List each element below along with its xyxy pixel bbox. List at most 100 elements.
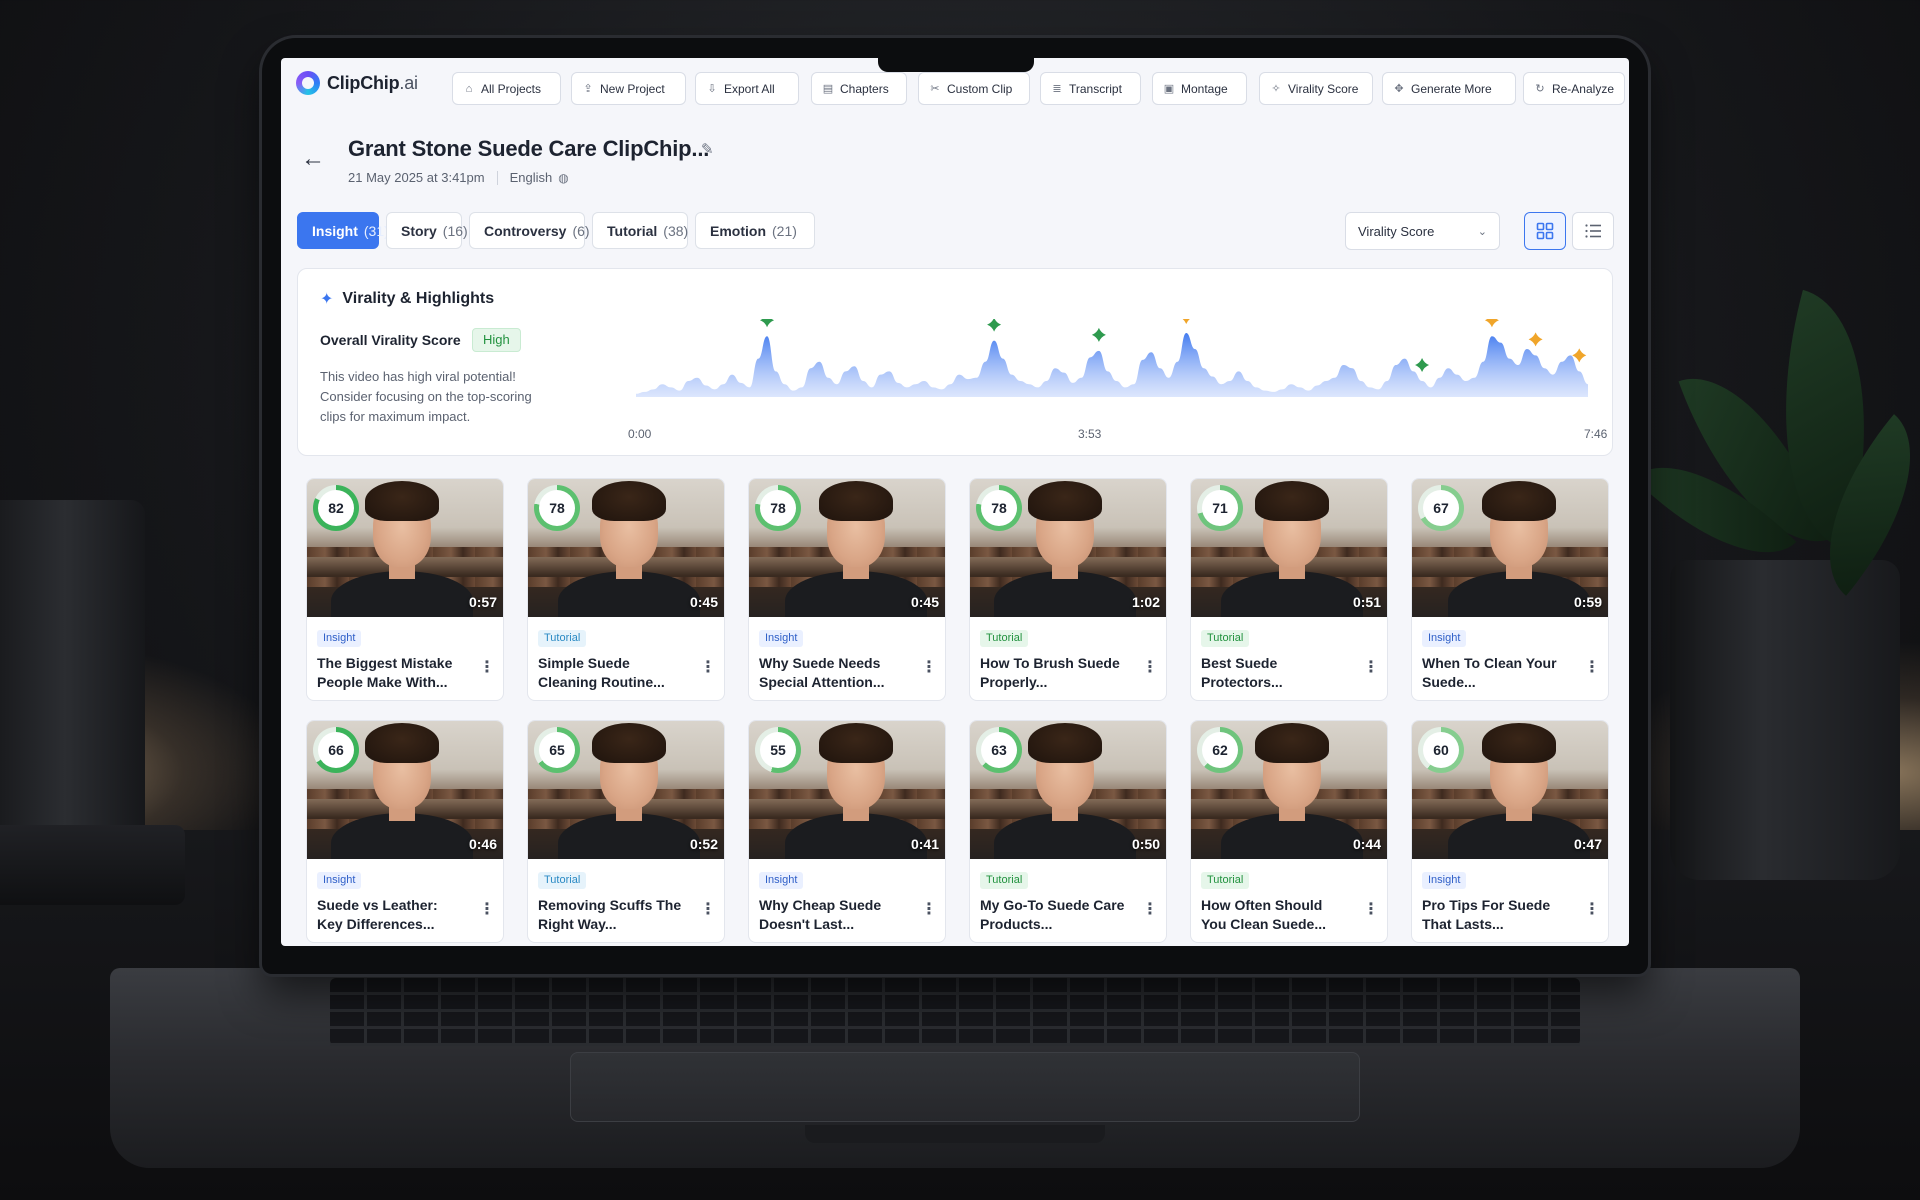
clip-card[interactable]: 66 0:46 Insight Suede vs Leather: Key Diffe…	[306, 720, 504, 943]
virality-area-series	[636, 333, 1588, 397]
clip-thumbnail[interactable]: 55 0:41	[749, 721, 945, 859]
highlight-star-marker[interactable]	[1179, 319, 1193, 324]
more-options-icon[interactable]: ⋮	[700, 901, 716, 919]
transcript-button[interactable]: ≣ Transcript	[1040, 72, 1141, 105]
generate-more-button[interactable]: ✥ Generate More	[1382, 72, 1516, 105]
score-value: 71	[1202, 490, 1238, 526]
more-options-icon[interactable]: ⋮	[479, 901, 495, 919]
clip-duration: 0:50	[1131, 836, 1160, 852]
grid-view-button[interactable]	[1524, 212, 1566, 250]
tab-insight[interactable]: Insight (31)	[297, 212, 389, 249]
clip-thumbnail[interactable]: 65 0:52	[528, 721, 724, 859]
export-all-button[interactable]: ⇩ Export All	[695, 72, 799, 105]
clip-card[interactable]: 78 0:45 Insight Why Suede Needs Special Att…	[748, 478, 946, 701]
highlight-star-marker[interactable]	[987, 319, 1002, 332]
clip-thumbnail[interactable]: 63 0:50	[970, 721, 1166, 859]
more-options-icon[interactable]: ⋮	[1363, 901, 1379, 919]
clip-card[interactable]: 82 0:57 Insight The Biggest Mistake People …	[306, 478, 504, 701]
clip-card[interactable]: 65 0:52 Tutorial Removing Scuffs The Right …	[527, 720, 725, 943]
tab-emotion[interactable]: Emotion (21)	[695, 212, 815, 249]
tab-story[interactable]: Story (16)	[386, 212, 468, 249]
overall-score-label: Overall Virality Score	[320, 332, 461, 348]
score-value: 62	[1202, 732, 1238, 768]
clip-title: Simple Suede Cleaning Routine...	[538, 655, 665, 690]
re-analyze-button[interactable]: ↻ Re-Analyze	[1523, 72, 1625, 105]
sort-dropdown[interactable]: Virality Score ⌄	[1345, 212, 1500, 250]
clip-thumbnail[interactable]: 71 0:51	[1191, 479, 1387, 617]
highlight-star-marker[interactable]	[1572, 348, 1587, 363]
more-options-icon[interactable]: ⋮	[1584, 659, 1600, 677]
all-projects-button[interactable]: ⌂ All Projects	[452, 72, 561, 105]
clip-thumbnail[interactable]: 62 0:44	[1191, 721, 1387, 859]
highlight-star-marker[interactable]	[1091, 327, 1106, 342]
clip-thumbnail[interactable]: 78 1:02	[970, 479, 1166, 617]
tab-controversy[interactable]: Controversy (6)	[469, 212, 590, 249]
more-options-icon[interactable]: ⋮	[921, 659, 937, 677]
clip-card[interactable]: 55 0:41 Insight Why Cheap Suede Doesn't Las…	[748, 720, 946, 943]
clip-card[interactable]: 78 0:45 Tutorial Simple Suede Cleaning Rout…	[527, 478, 725, 701]
clip-duration: 0:46	[468, 836, 497, 852]
highlight-star-marker[interactable]	[1528, 332, 1543, 347]
virality-title-text: Virality & Highlights	[342, 290, 495, 307]
clip-card[interactable]: 67 0:59 Insight When To Clean Your Suede...…	[1411, 478, 1609, 701]
clip-thumbnail[interactable]: 78 0:45	[749, 479, 945, 617]
upload-icon: ⇪	[583, 82, 593, 95]
clip-card[interactable]: 63 0:50 Tutorial My Go-To Suede Care Produc…	[969, 720, 1167, 943]
virality-score-ring: 55	[755, 727, 801, 773]
clip-thumbnail[interactable]: 60 0:47	[1412, 721, 1608, 859]
clip-title: Why Suede Needs Special Attention...	[759, 655, 885, 690]
time-end-label: 7:46	[1584, 427, 1608, 441]
app-logo[interactable]: ClipChip.ai	[296, 71, 418, 95]
plant-pot	[1670, 560, 1900, 880]
more-options-icon[interactable]: ⋮	[1584, 901, 1600, 919]
tab-tutorial[interactable]: Tutorial (38)	[592, 212, 688, 249]
clip-card[interactable]: 60 0:47 Insight Pro Tips For Suede That Las…	[1411, 720, 1609, 943]
virality-timeline-chart[interactable]	[632, 319, 1592, 419]
more-options-icon[interactable]: ⋮	[1363, 659, 1379, 677]
virality-score-ring: 78	[534, 485, 580, 531]
clip-thumbnail[interactable]: 66 0:46	[307, 721, 503, 859]
highlight-star-marker[interactable]	[760, 319, 775, 328]
presenter-hair	[365, 481, 439, 521]
clip-title: My Go-To Suede Care Products...	[980, 897, 1125, 932]
list-view-button[interactable]	[1572, 212, 1614, 250]
clip-card[interactable]: 71 0:51 Tutorial Best Suede Protectors... ⋮	[1190, 478, 1388, 701]
clip-thumbnail[interactable]: 67 0:59	[1412, 479, 1608, 617]
virality-score-button[interactable]: ✧ Virality Score	[1259, 72, 1373, 105]
clip-card[interactable]: 78 1:02 Tutorial How To Brush Suede Properl…	[969, 478, 1167, 701]
custom-clip-button[interactable]: ✂ Custom Clip	[918, 72, 1030, 105]
back-arrow-icon[interactable]: ←	[301, 146, 327, 172]
sparkle-icon: ✦	[320, 291, 334, 308]
toolbar-button-label: New Project	[600, 81, 665, 96]
grid-icon	[1536, 222, 1554, 240]
project-date: 21 May 2025 at 3:41pm	[348, 170, 485, 185]
highlight-star-marker[interactable]	[1415, 358, 1430, 372]
virality-score-ring: 62	[1197, 727, 1243, 773]
chapters-button[interactable]: ▤ Chapters	[811, 72, 907, 105]
more-options-icon[interactable]: ⋮	[1142, 901, 1158, 919]
more-options-icon[interactable]: ⋮	[700, 659, 716, 677]
highlight-star-marker[interactable]	[1484, 319, 1499, 328]
app-screen: ClipChip.ai ⌂ All Projects ⇪ New Project ⇩ Ex…	[281, 58, 1629, 946]
clip-title: Pro Tips For Suede That Lasts...	[1422, 897, 1551, 932]
virality-score-ring: 82	[313, 485, 359, 531]
tab-label: Tutorial	[607, 222, 658, 239]
new-project-button[interactable]: ⇪ New Project	[571, 72, 686, 105]
score-value: 67	[1423, 490, 1459, 526]
folders-icon: ⌂	[465, 82, 473, 95]
montage-button[interactable]: ▣ Montage	[1152, 72, 1247, 105]
more-options-icon[interactable]: ⋮	[921, 901, 937, 919]
laptop-lip	[805, 1125, 1105, 1143]
clip-category-tag: Tutorial	[1201, 872, 1250, 889]
meta-divider	[496, 170, 498, 185]
more-options-icon[interactable]: ⋮	[479, 659, 495, 677]
virality-score-ring: 78	[755, 485, 801, 531]
project-language[interactable]: English	[510, 170, 553, 185]
clip-thumbnail[interactable]: 82 0:57	[307, 479, 503, 617]
list-icon	[1585, 224, 1601, 238]
clip-thumbnail[interactable]: 78 0:45	[528, 479, 724, 617]
edit-pencil-icon[interactable]: ✎	[701, 140, 714, 158]
clip-card[interactable]: 62 0:44 Tutorial How Often Should You Clean…	[1190, 720, 1388, 943]
tab-label: Emotion	[710, 222, 766, 239]
more-options-icon[interactable]: ⋮	[1142, 659, 1158, 677]
